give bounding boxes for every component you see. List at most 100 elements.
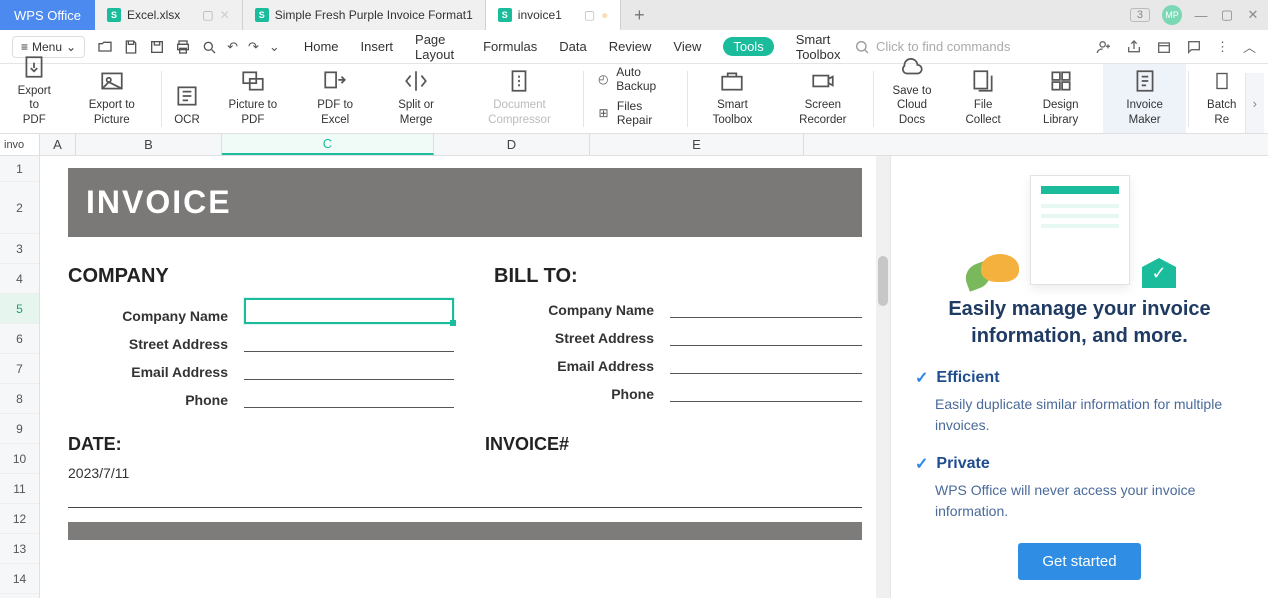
tab-page-layout[interactable]: Page Layout — [415, 32, 461, 62]
user-add-icon[interactable] — [1096, 39, 1112, 55]
export-to-picture-button[interactable]: Export to Picture — [64, 64, 159, 133]
tab-formulas[interactable]: Formulas — [483, 39, 537, 54]
row-header[interactable]: 1 — [0, 156, 39, 182]
file-collect-button[interactable]: File Collect — [948, 64, 1018, 133]
close-icon[interactable]: ✕ — [220, 8, 230, 22]
col-header-D[interactable]: D — [434, 134, 590, 155]
get-started-button[interactable]: Get started — [1018, 543, 1140, 580]
row-header[interactable]: 9 — [0, 414, 39, 444]
input-line[interactable] — [244, 360, 454, 380]
row-header[interactable]: 5 — [0, 294, 39, 324]
input-line[interactable] — [244, 388, 454, 408]
smart-toolbox-button[interactable]: Smart Toolbox — [690, 64, 774, 133]
row-header[interactable]: 4 — [0, 264, 39, 294]
img-pdf-icon — [240, 68, 266, 94]
camera-icon — [810, 68, 836, 94]
tab-smart-toolbox[interactable]: Smart Toolbox — [796, 32, 848, 62]
ocr-icon — [174, 83, 200, 109]
ocr-button[interactable]: OCR — [164, 79, 210, 133]
rib-label: Save to Cloud Docs — [886, 84, 938, 127]
tab-view[interactable]: View — [673, 39, 701, 54]
tab-review[interactable]: Review — [609, 39, 652, 54]
label-street: Street Address — [494, 330, 654, 346]
app-badge: WPS Office — [0, 0, 95, 30]
window-count-badge[interactable]: 3 — [1130, 8, 1150, 22]
row-header[interactable]: 14 — [0, 564, 39, 594]
row-header[interactable]: 7 — [0, 354, 39, 384]
scrollbar-thumb[interactable] — [878, 256, 888, 306]
rib-label: Invoice Maker — [1113, 98, 1176, 127]
tab-tools[interactable]: Tools — [723, 37, 773, 56]
box-icon[interactable] — [1156, 39, 1172, 55]
date-value[interactable]: 2023/7/11 — [68, 465, 445, 481]
pdf-to-excel-button[interactable]: PDF to Excel — [296, 64, 375, 133]
row-header[interactable]: 8 — [0, 384, 39, 414]
rib-label: Document Compressor — [468, 98, 572, 127]
rib-label: Batch Re — [1201, 98, 1243, 127]
row-header[interactable]: 3 — [0, 234, 39, 264]
invoice-banner: INVOICE — [68, 168, 862, 237]
save-icon[interactable] — [123, 39, 139, 55]
input-line[interactable] — [670, 382, 862, 402]
print-icon[interactable] — [175, 39, 191, 55]
collect-icon — [970, 68, 996, 94]
input-line[interactable] — [244, 332, 454, 352]
tab-data[interactable]: Data — [559, 39, 586, 54]
tab-template[interactable]: S Simple Fresh Purple Invoice Format1 — [243, 0, 486, 30]
design-library-button[interactable]: Design Library — [1018, 64, 1103, 133]
collapse-ribbon-icon[interactable]: ︿ — [1243, 37, 1256, 56]
input-line[interactable] — [670, 298, 862, 318]
files-repair-button[interactable]: ⊞Files Repair — [596, 99, 675, 127]
qat-chevron-icon[interactable]: ⌄ — [269, 39, 280, 55]
vertical-scrollbar[interactable] — [876, 156, 890, 598]
plus-box-icon: ⊞ — [596, 105, 611, 121]
col-header-A[interactable]: A — [40, 134, 76, 155]
tab-label: Excel.xlsx — [127, 8, 180, 22]
input-line[interactable] — [670, 354, 862, 374]
row-header[interactable]: 11 — [0, 474, 39, 504]
save-to-cloud-button[interactable]: Save to Cloud Docs — [876, 50, 948, 133]
col-header-E[interactable]: E — [590, 134, 804, 155]
rib-label: Design Library — [1028, 98, 1093, 127]
screen-recorder-button[interactable]: Screen Recorder — [775, 64, 871, 133]
row-header[interactable]: 10 — [0, 444, 39, 474]
col-header-C[interactable]: C — [222, 134, 434, 155]
active-cell[interactable] — [244, 298, 454, 324]
print-preview-icon[interactable] — [201, 39, 217, 55]
chevron-down-icon: ⌄ — [66, 40, 76, 54]
row-header[interactable]: 6 — [0, 324, 39, 354]
redo-icon[interactable]: ↷ — [248, 39, 259, 55]
invoice-maker-button[interactable]: Invoice Maker — [1103, 64, 1186, 133]
open-icon[interactable] — [97, 39, 113, 55]
undo-icon[interactable]: ↶ — [227, 39, 238, 55]
maximize-icon[interactable]: ▢ — [1220, 8, 1234, 22]
close-window-icon[interactable]: ✕ — [1246, 8, 1260, 22]
ribbon-scroll-right[interactable]: › — [1245, 73, 1264, 133]
row-headers: 1 2 3 4 5 6 7 8 9 10 11 12 13 14 — [0, 156, 40, 598]
label-email: Email Address — [494, 358, 654, 374]
col-header-B[interactable]: B — [76, 134, 222, 155]
batch-button[interactable]: Batch Re — [1191, 64, 1245, 133]
auto-backup-button[interactable]: ◴Auto Backup — [596, 65, 675, 93]
row-header[interactable]: 2 — [0, 182, 39, 234]
save-as-icon[interactable] — [149, 39, 165, 55]
new-tab-button[interactable]: + — [621, 0, 657, 30]
picture-to-pdf-button[interactable]: Picture to PDF — [210, 64, 296, 133]
tab-insert[interactable]: Insert — [361, 39, 394, 54]
row-header[interactable]: 12 — [0, 504, 39, 534]
rib-label: OCR — [174, 113, 200, 127]
tab-home[interactable]: Home — [304, 39, 339, 54]
sheet-canvas[interactable]: INVOICE COMPANY Company Name Street Addr… — [40, 156, 890, 598]
split-or-merge-button[interactable]: Split or Merge — [375, 64, 458, 133]
chat-icon[interactable] — [1186, 39, 1202, 55]
input-line[interactable] — [670, 326, 862, 346]
minimize-icon[interactable]: — — [1194, 8, 1208, 22]
name-box[interactable]: invo — [0, 134, 40, 155]
row-header[interactable]: 13 — [0, 534, 39, 564]
tab-excel[interactable]: S Excel.xlsx ▢✕ — [95, 0, 243, 30]
avatar[interactable]: MP — [1162, 5, 1182, 25]
export-to-pdf-button[interactable]: Export to PDF — [4, 50, 64, 133]
share-icon[interactable] — [1126, 39, 1142, 55]
more-icon[interactable]: ⋮ — [1216, 39, 1229, 55]
tab-invoice1[interactable]: S invoice1 ▢● — [486, 0, 622, 30]
